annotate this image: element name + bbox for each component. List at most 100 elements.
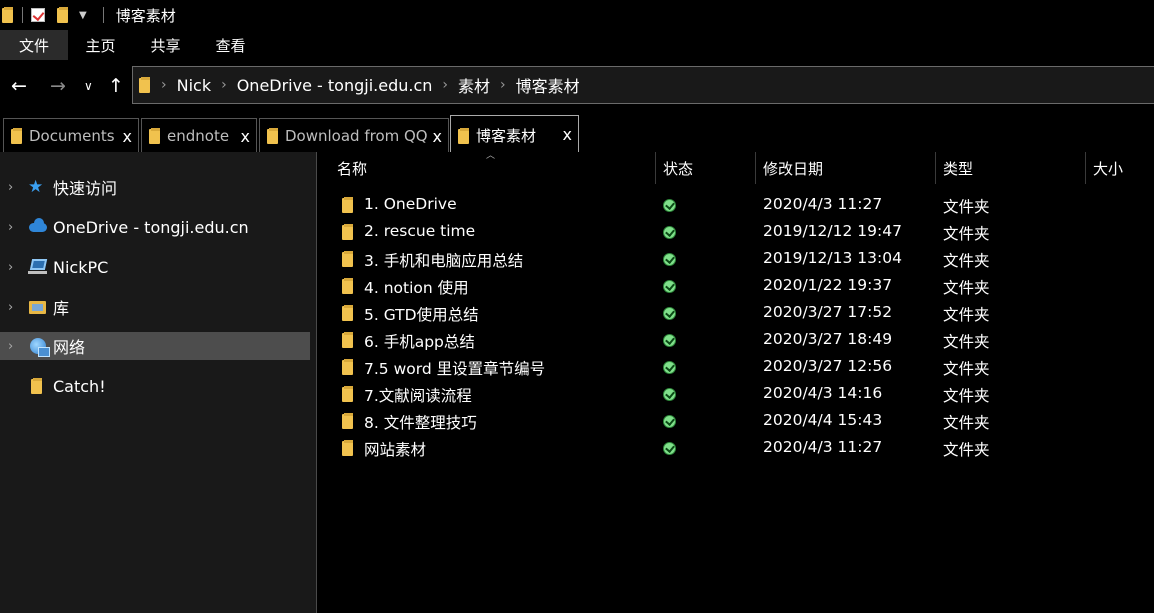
file-name[interactable]: 3. 手机和电脑应用总结 bbox=[364, 249, 523, 271]
address-bar[interactable]: › Nick › OneDrive - tongji.edu.cn › 素材 ›… bbox=[132, 66, 1154, 104]
synced-check-icon bbox=[663, 361, 676, 374]
file-name[interactable]: 7.文献阅读流程 bbox=[364, 384, 472, 406]
ribbon-tab-view[interactable]: 查看 bbox=[198, 30, 263, 60]
ribbon-tab-file[interactable]: 文件 bbox=[0, 30, 68, 60]
close-icon[interactable]: x bbox=[241, 127, 250, 146]
file-modified: 2020/3/27 12:56 bbox=[763, 357, 893, 375]
close-icon[interactable]: x bbox=[563, 125, 572, 144]
column-header-size[interactable]: 大小 bbox=[1093, 152, 1153, 184]
expand-chevron-icon[interactable]: › bbox=[8, 220, 13, 235]
close-icon[interactable]: x bbox=[433, 127, 442, 146]
file-modified: 2020/3/27 17:52 bbox=[763, 303, 893, 321]
file-name[interactable]: 7.5 word 里设置章节编号 bbox=[364, 357, 545, 379]
up-arrow-icon[interactable]: ↑ bbox=[108, 74, 124, 98]
library-icon bbox=[28, 298, 48, 316]
column-divider[interactable] bbox=[755, 152, 756, 184]
file-type: 文件夹 bbox=[943, 279, 990, 297]
tab-blog-materials[interactable]: 博客素材 x bbox=[450, 115, 579, 155]
column-divider[interactable] bbox=[655, 152, 656, 184]
file-modified: 2019/12/13 13:04 bbox=[763, 249, 902, 267]
ribbon-tab-home[interactable]: 主页 bbox=[68, 30, 133, 60]
new-folder-icon[interactable] bbox=[57, 7, 69, 23]
file-row[interactable]: 7.5 word 里设置章节编号 2020/3/27 12:56 文件夹 bbox=[317, 354, 1154, 381]
folder-icon bbox=[342, 278, 354, 294]
column-header-modified[interactable]: 修改日期 bbox=[763, 152, 935, 184]
column-divider[interactable] bbox=[1085, 152, 1086, 184]
tab-label: 博客素材 bbox=[476, 127, 537, 145]
file-name[interactable]: 网站素材 bbox=[364, 438, 426, 460]
synced-check-icon bbox=[663, 199, 676, 212]
breadcrumb-separator-icon[interactable]: › bbox=[221, 77, 227, 93]
sidebar-item-nickpc[interactable]: › NickPC bbox=[0, 253, 310, 281]
file-modified: 2020/3/27 18:49 bbox=[763, 330, 893, 348]
synced-check-icon bbox=[663, 388, 676, 401]
tab-download-from-qq[interactable]: Download from QQ x bbox=[259, 118, 449, 152]
breadcrumb-separator-icon[interactable]: › bbox=[161, 77, 167, 93]
folder-icon bbox=[342, 440, 354, 456]
breadcrumb-onedrive[interactable]: OneDrive - tongji.edu.cn bbox=[237, 76, 433, 95]
folder-tabs: Documents x endnote x Download from QQ x… bbox=[0, 112, 1154, 155]
tab-endnote[interactable]: endnote x bbox=[141, 118, 257, 152]
sidebar-item-label: OneDrive - tongji.edu.cn bbox=[53, 217, 249, 237]
file-row[interactable]: 3. 手机和电脑应用总结 2019/12/13 13:04 文件夹 bbox=[317, 246, 1154, 273]
back-arrow-icon[interactable]: ← bbox=[11, 74, 27, 98]
folder-icon bbox=[31, 378, 51, 396]
close-icon[interactable]: x bbox=[123, 127, 132, 146]
file-row[interactable]: 8. 文件整理技巧 2020/4/4 15:43 文件夹 bbox=[317, 408, 1154, 435]
column-header-status[interactable]: 状态 bbox=[663, 152, 755, 184]
file-name[interactable]: 8. 文件整理技巧 bbox=[364, 411, 477, 433]
sidebar-item-label: 网络 bbox=[53, 338, 86, 357]
file-name[interactable]: 2. rescue time bbox=[364, 222, 475, 240]
synced-check-icon bbox=[663, 253, 676, 266]
file-row[interactable]: 1. OneDrive 2020/4/3 11:27 文件夹 bbox=[317, 192, 1154, 219]
file-name[interactable]: 1. OneDrive bbox=[364, 195, 457, 213]
ribbon-tab-share[interactable]: 共享 bbox=[133, 30, 198, 60]
chevron-down-icon[interactable]: ∨ bbox=[84, 74, 93, 98]
file-row[interactable]: 网站素材 2020/4/3 11:27 文件夹 bbox=[317, 435, 1154, 462]
breadcrumb-separator-icon[interactable]: › bbox=[442, 77, 448, 93]
title-bar: ▼ 博客素材 bbox=[0, 0, 1154, 30]
sidebar-item-quick-access[interactable]: › ★ 快速访问 bbox=[0, 173, 310, 201]
sidebar-item-label: Catch! bbox=[53, 376, 106, 396]
tab-label: endnote bbox=[167, 126, 230, 145]
folder-icon bbox=[342, 386, 354, 402]
breadcrumb-nick[interactable]: Nick bbox=[177, 76, 211, 95]
sidebar-item-library[interactable]: › 库 bbox=[0, 293, 310, 321]
file-modified: 2020/4/4 15:43 bbox=[763, 411, 883, 429]
file-row[interactable]: 5. GTD使用总结 2020/3/27 17:52 文件夹 bbox=[317, 300, 1154, 327]
column-header-name[interactable]: 名称 bbox=[337, 152, 655, 184]
file-type: 文件夹 bbox=[943, 387, 990, 405]
sidebar-item-label: 库 bbox=[53, 299, 70, 318]
tab-documents[interactable]: Documents x bbox=[3, 118, 139, 152]
network-icon bbox=[28, 337, 50, 357]
file-name[interactable]: 4. notion 使用 bbox=[364, 276, 469, 298]
expand-chevron-icon[interactable]: › bbox=[8, 180, 13, 195]
file-name[interactable]: 5. GTD使用总结 bbox=[364, 303, 479, 325]
column-header-type[interactable]: 类型 bbox=[943, 152, 1085, 184]
sidebar-item-onedrive[interactable]: › OneDrive - tongji.edu.cn bbox=[0, 213, 310, 241]
column-divider[interactable] bbox=[935, 152, 936, 184]
synced-check-icon bbox=[663, 415, 676, 428]
properties-icon[interactable] bbox=[31, 8, 45, 22]
expand-chevron-icon[interactable]: › bbox=[8, 339, 13, 354]
breadcrumb-sucai[interactable]: 素材 bbox=[458, 73, 490, 97]
expand-chevron-icon[interactable]: › bbox=[8, 260, 13, 275]
file-type: 文件夹 bbox=[943, 252, 990, 270]
expand-chevron-icon[interactable]: › bbox=[8, 300, 13, 315]
divider bbox=[22, 7, 23, 23]
forward-arrow-icon[interactable]: → bbox=[50, 74, 66, 98]
file-row[interactable]: 2. rescue time 2019/12/12 19:47 文件夹 bbox=[317, 219, 1154, 246]
breadcrumb-current[interactable]: 博客素材 bbox=[516, 73, 580, 97]
breadcrumb-separator-icon[interactable]: › bbox=[500, 77, 506, 93]
file-row[interactable]: 6. 手机app总结 2020/3/27 18:49 文件夹 bbox=[317, 327, 1154, 354]
sidebar-item-catch[interactable]: Catch! bbox=[0, 372, 310, 400]
window-title: 博客素材 bbox=[115, 6, 176, 25]
customize-toolbar-chevron-icon[interactable]: ▼ bbox=[79, 10, 87, 21]
file-type: 文件夹 bbox=[943, 414, 990, 432]
file-name[interactable]: 6. 手机app总结 bbox=[364, 330, 475, 352]
folder-icon bbox=[267, 127, 279, 144]
file-row[interactable]: 4. notion 使用 2020/1/22 19:37 文件夹 bbox=[317, 273, 1154, 300]
sidebar-item-network[interactable]: › 网络 bbox=[0, 332, 310, 360]
file-type: 文件夹 bbox=[943, 333, 990, 351]
file-row[interactable]: 7.文献阅读流程 2020/4/3 14:16 文件夹 bbox=[317, 381, 1154, 408]
